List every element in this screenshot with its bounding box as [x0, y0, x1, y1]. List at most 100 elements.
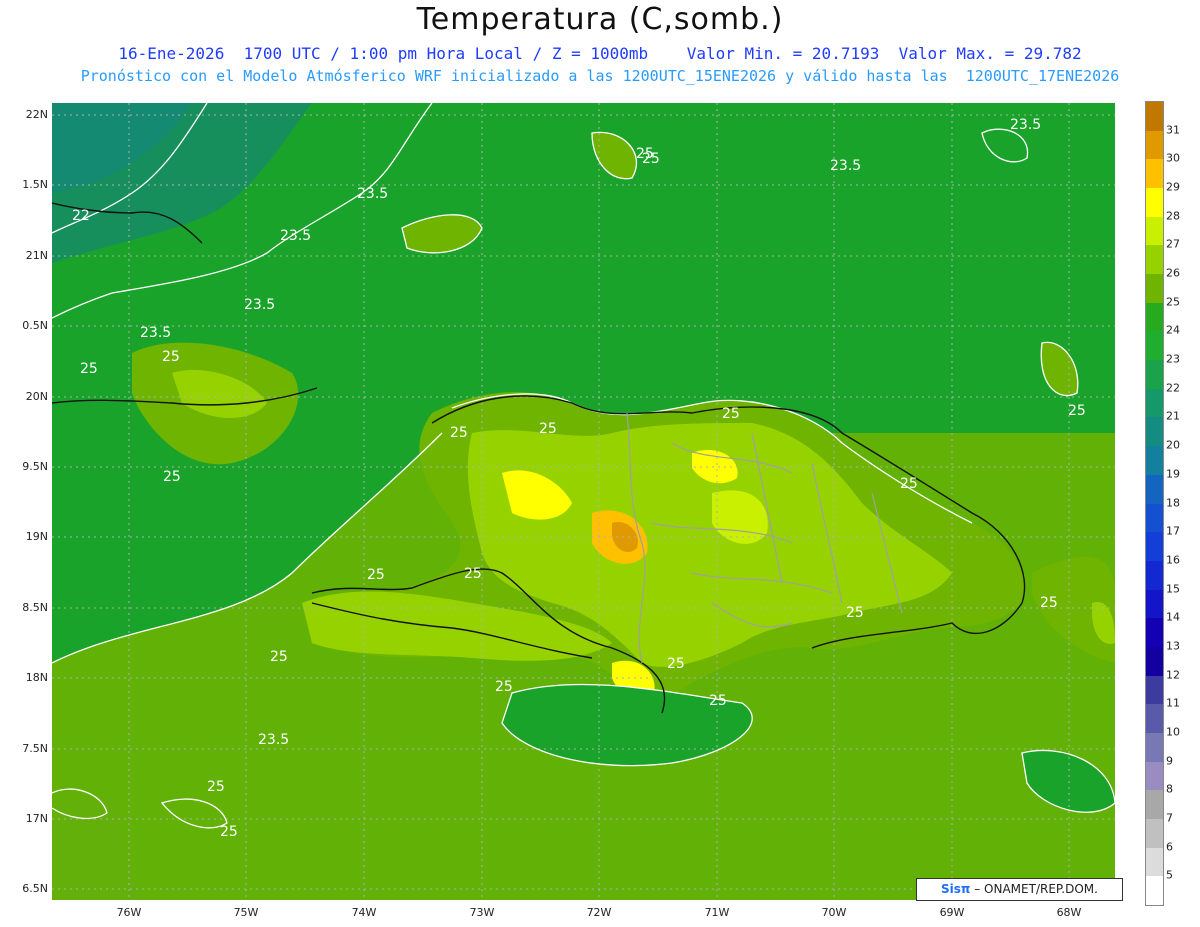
lon-label: 76W: [116, 906, 142, 919]
contour-label: 23.5: [140, 325, 171, 341]
lat-label: 9.5N: [22, 460, 48, 473]
color-scale-swatch: [1146, 417, 1163, 447]
lat-label: 1.5N: [22, 178, 48, 191]
color-scale-swatch: [1146, 446, 1163, 476]
contour-label: 25: [52, 103, 70, 107]
contour-label: 23.5: [258, 732, 289, 748]
color-scale-label: 16: [1166, 553, 1180, 567]
contour-label: 25: [495, 679, 513, 695]
contour-label: 23.5: [830, 158, 861, 174]
color-scale-swatch: [1146, 331, 1163, 361]
lon-label: 75W: [233, 906, 259, 919]
lat-label: 19N: [25, 530, 48, 543]
temperature-map: 22 23.5 23.5 23.5 23.5 23.5 23.5 23.5 25…: [52, 103, 1115, 900]
color-scale-swatch: [1146, 188, 1163, 218]
lat-label: 6.5N: [22, 882, 48, 895]
color-scale-swatch: [1146, 503, 1163, 533]
lon-label: 70W: [821, 906, 847, 919]
color-scale-swatch: [1146, 704, 1163, 734]
color-scale-swatch: [1146, 302, 1163, 332]
color-scale-label: 9: [1166, 754, 1173, 768]
color-scale-swatch: [1146, 618, 1163, 648]
color-scale-label: 10: [1166, 725, 1180, 739]
color-scale-swatch: [1146, 245, 1163, 275]
color-scale-label: 6: [1166, 840, 1173, 854]
color-scale-label: 27: [1166, 237, 1180, 251]
contour-label: 23.5: [280, 228, 311, 244]
lat-label: 18N: [25, 671, 48, 684]
contour-label: 25: [80, 361, 98, 377]
lat-label: 21N: [25, 249, 48, 262]
lon-label: 71W: [704, 906, 730, 919]
color-scale-label: 7: [1166, 811, 1173, 825]
contour-label: 25: [1040, 595, 1058, 611]
color-scale-swatch: [1146, 732, 1163, 763]
lon-label: 74W: [351, 906, 377, 919]
contour-label: 25: [1068, 403, 1086, 419]
lon-label: 72W: [586, 906, 612, 919]
lon-label: 68W: [1056, 906, 1082, 919]
color-scale-label: 12: [1166, 668, 1180, 682]
color-scale-swatch: [1146, 388, 1163, 418]
color-scale-swatch: [1146, 474, 1163, 504]
credit-text: – ONAMET/REP.DOM.: [970, 882, 1098, 896]
contour-label: 25: [450, 425, 468, 441]
contour-label: 23.5: [244, 297, 275, 313]
lat-label: 20N: [25, 390, 48, 403]
lat-label: 8.5N: [22, 601, 48, 614]
contour-label: 25: [162, 349, 180, 365]
contour-label: 25: [667, 656, 685, 672]
color-scale-swatch: [1146, 790, 1163, 820]
contour-label: 25: [367, 567, 385, 583]
color-scale-swatch: [1146, 761, 1163, 791]
color-scale-label: 13: [1166, 639, 1180, 653]
contour-label: 25: [163, 469, 181, 485]
color-scale-label: 29: [1166, 180, 1180, 194]
color-scale-label: 30: [1166, 151, 1180, 165]
contour-label: 25: [207, 779, 225, 795]
map-canvas: 22 23.5 23.5 23.5 23.5 23.5 23.5 23.5 25…: [52, 103, 1115, 900]
lon-label: 73W: [469, 906, 495, 919]
color-scale-label: 20: [1166, 438, 1180, 452]
color-scale-swatch: [1146, 560, 1163, 591]
forecast-time-line: 16-Ene-2026 1700 UTC / 1:00 pm Hora Loca…: [118, 44, 1082, 63]
lat-label: 22N: [25, 108, 48, 121]
color-scale-label: 25: [1166, 295, 1180, 309]
contour-label: 25: [900, 476, 918, 492]
contour-label: 25: [709, 693, 727, 709]
color-scale-label: 18: [1166, 496, 1180, 509]
contour-label: 23.5: [1010, 117, 1041, 133]
color-scale-swatch: [1146, 360, 1163, 390]
model-info-line: Pronóstico con el Modelo Atmósferico WRF…: [80, 67, 1120, 85]
color-scale-swatch: [1146, 847, 1163, 877]
color-scale-label: 8: [1166, 782, 1173, 796]
contour-label: 25: [464, 566, 482, 582]
credit-box: Sisπ – ONAMET/REP.DOM.: [916, 878, 1123, 901]
color-scale-label: 19: [1166, 467, 1180, 481]
color-scale-label: 24: [1166, 323, 1180, 337]
color-scale-swatch: [1146, 589, 1163, 619]
color-scale-swatch: [1146, 216, 1163, 246]
color-scale-swatch: [1146, 130, 1163, 160]
lon-label: 69W: [939, 906, 965, 919]
color-scale-label: 15: [1166, 582, 1180, 596]
lat-label: 0.5N: [22, 319, 48, 332]
sispi-logo: Sisπ: [941, 882, 971, 896]
contour-label: 25: [539, 421, 557, 437]
contour-label: 25: [722, 406, 740, 422]
color-scale-swatch: [1146, 646, 1163, 677]
color-scale-swatch: [1146, 818, 1163, 849]
color-scale-label: 17: [1166, 524, 1180, 538]
color-scale-label: 14: [1166, 610, 1180, 624]
color-scale-swatch: [1146, 159, 1163, 189]
map-title: Temperatura (C,somb.): [416, 2, 784, 37]
lat-label: 17N: [25, 812, 48, 825]
lat-label: 7.5N: [22, 742, 48, 755]
color-scale-label: 11: [1166, 696, 1180, 710]
contour-label: 22: [72, 208, 90, 224]
color-scale-label: 26: [1166, 266, 1180, 280]
color-scale-label: 22: [1166, 381, 1180, 395]
color-scale-label: 23: [1166, 352, 1180, 366]
contour-label: 25: [846, 605, 864, 621]
color-scale-swatch: [1146, 102, 1163, 132]
